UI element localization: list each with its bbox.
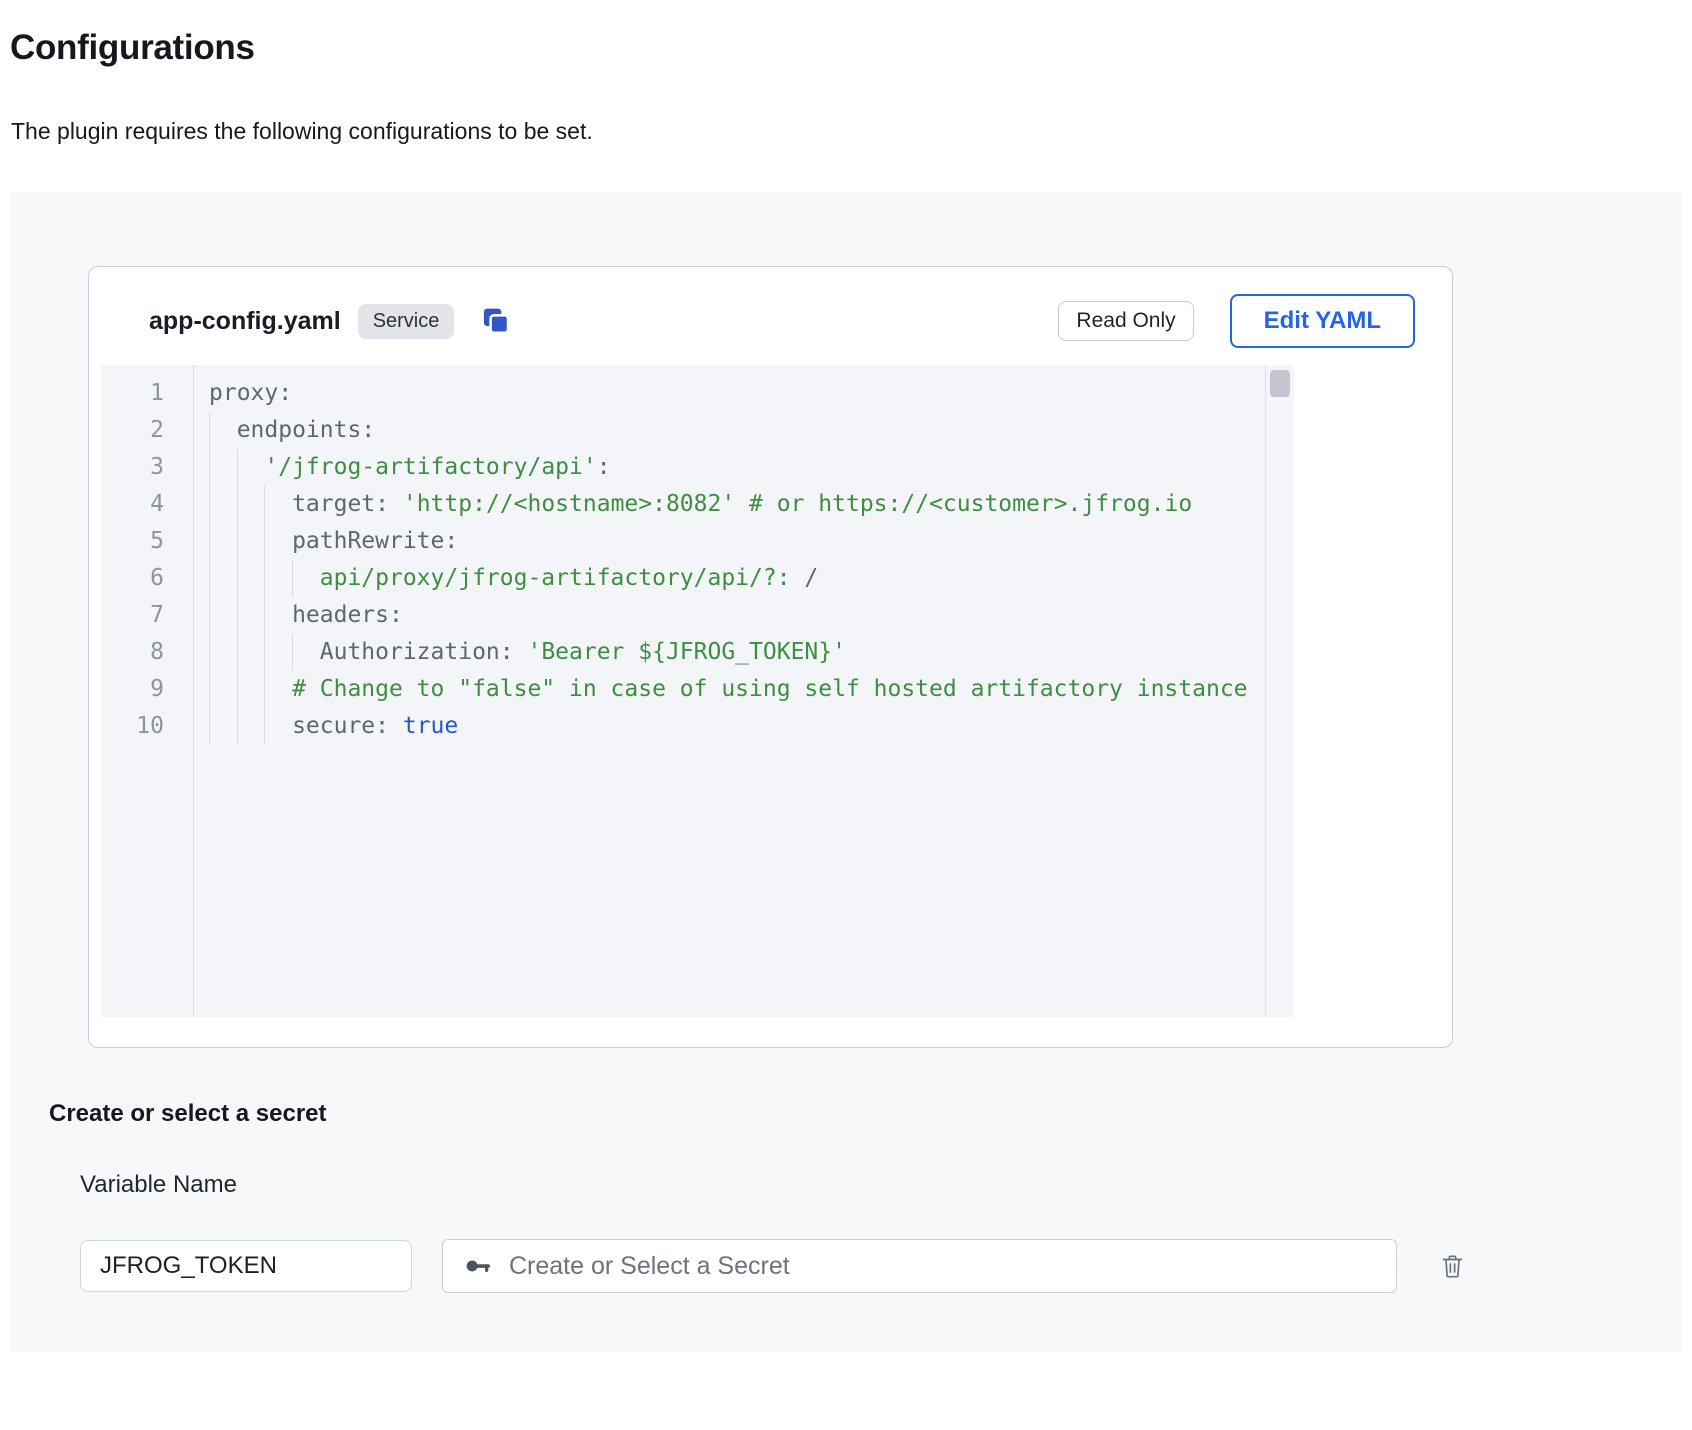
- key-icon: [463, 1251, 493, 1281]
- code-lines: proxy:endpoints:'/jfrog-artifactory/api'…: [194, 365, 1294, 1017]
- copy-icon[interactable]: [480, 306, 511, 337]
- code-scrollbar[interactable]: [1265, 365, 1294, 1017]
- secret-section-heading: Create or select a secret: [49, 1100, 1682, 1128]
- code-gutter: 12345678910: [101, 365, 194, 1017]
- page-title: Configurations: [10, 28, 1692, 68]
- yaml-card-header: app-config.yaml Service Read Only Edit Y…: [89, 267, 1452, 361]
- header-actions: Read Only Edit YAML: [1058, 294, 1415, 348]
- read-only-button[interactable]: Read Only: [1058, 301, 1193, 341]
- variable-name-label: Variable Name: [80, 1171, 1682, 1199]
- page-subtitle: The plugin requires the following config…: [11, 118, 1692, 145]
- trash-icon: [1439, 1251, 1466, 1281]
- secret-section: Create or select a secret Variable Name …: [49, 1100, 1682, 1293]
- edit-yaml-button[interactable]: Edit YAML: [1230, 294, 1415, 348]
- yaml-filename: app-config.yaml: [149, 307, 341, 336]
- service-badge: Service: [358, 304, 455, 339]
- yaml-code-editor[interactable]: 12345678910 proxy:endpoints:'/jfrog-arti…: [101, 365, 1294, 1017]
- secret-row: Create or Select a Secret: [80, 1239, 1682, 1293]
- configurations-panel: app-config.yaml Service Read Only Edit Y…: [10, 193, 1682, 1352]
- scrollbar-thumb[interactable]: [1270, 370, 1290, 397]
- secret-select[interactable]: Create or Select a Secret: [442, 1239, 1397, 1293]
- yaml-config-card: app-config.yaml Service Read Only Edit Y…: [88, 266, 1453, 1048]
- variable-name-input[interactable]: [80, 1240, 412, 1292]
- secret-select-placeholder: Create or Select a Secret: [509, 1252, 790, 1281]
- delete-button[interactable]: [1439, 1251, 1466, 1281]
